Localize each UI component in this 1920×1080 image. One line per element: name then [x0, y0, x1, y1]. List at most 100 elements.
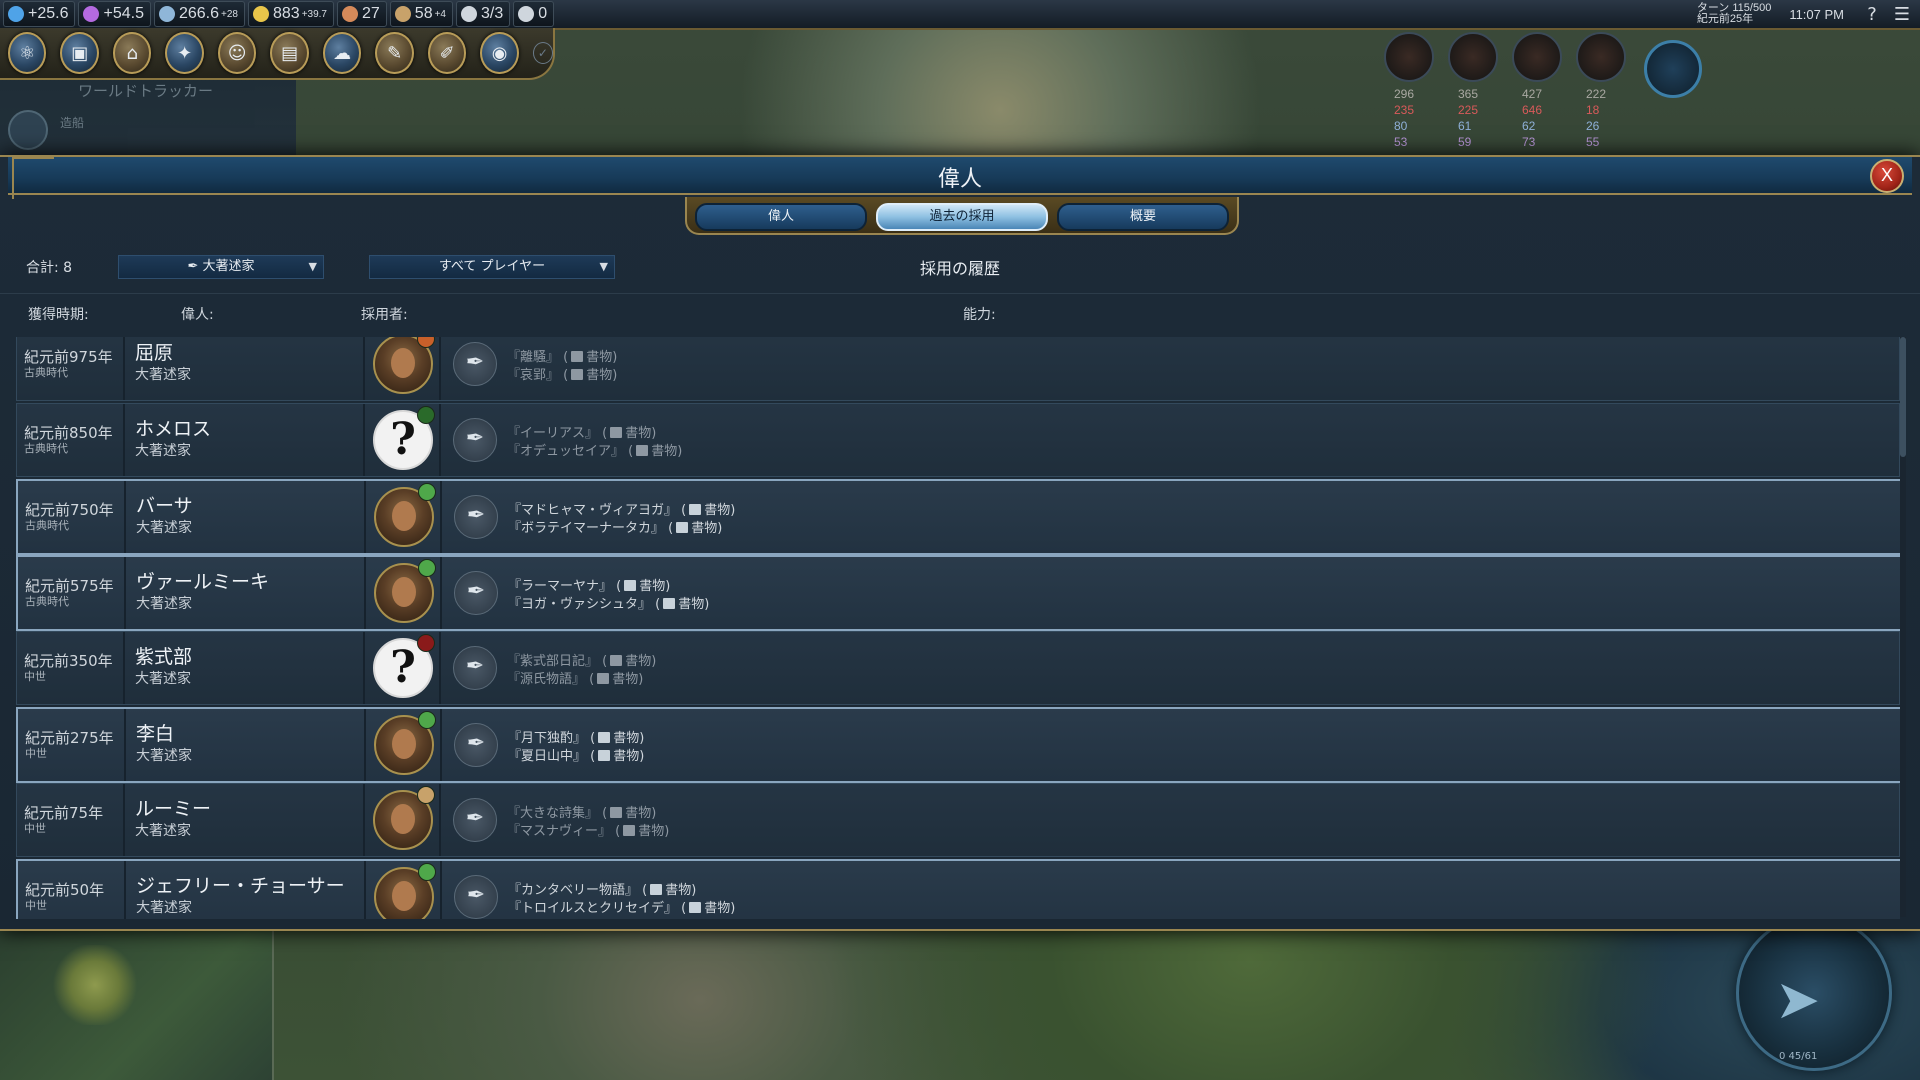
- tab-great-people[interactable]: 偉人: [695, 203, 867, 231]
- yield-change: +39.7: [301, 8, 327, 20]
- civ-badge-icon: [418, 863, 436, 881]
- leader-portrait[interactable]: [1384, 32, 1434, 82]
- great-person-row[interactable]: 紀元前350年 中世 紫式部 大著述家? ✒ 『紫式部日記』 (書物) 『源氏物語』 (書物…: [16, 631, 1900, 705]
- column-divider: [364, 709, 366, 781]
- civ-badge-icon: [418, 559, 436, 577]
- great-person-row[interactable]: 紀元前275年 中世 李白 大著述家 ✒ 『月下独酌』 (書物) 『夏日山中』 (書物): [16, 707, 1900, 783]
- yield-faith[interactable]: 266.6 +28: [153, 1, 245, 27]
- climate-icon[interactable]: ☁: [322, 32, 362, 74]
- dialog-title: 偉人: [937, 167, 982, 192]
- column-divider: [363, 784, 365, 856]
- science-tree-icon[interactable]: ⚛: [8, 32, 47, 74]
- great-work-kind: 書物: [625, 654, 652, 669]
- great-work-kind: 書物: [586, 368, 613, 383]
- dialog-header: 偉人 X: [8, 157, 1912, 199]
- leader-stats: 222 18 26 55: [1586, 86, 1644, 150]
- great-person-name: バーサ: [136, 495, 193, 517]
- great-work-entry: 『イーリアス』 (書物): [507, 426, 657, 441]
- great-work-entry: 『トロイルスとクリセイデ』 (書物): [508, 901, 736, 916]
- great-person-name: ジェフリー・チョーサー: [136, 875, 345, 897]
- end-turn-label: 0 45/61: [1779, 1051, 1818, 1062]
- great-people-list[interactable]: 紀元前975年 古典時代 屈原 大著述家 ✒ 『離騒』 (書物) 『哀郢』 (書物) 紀元前8…: [16, 337, 1900, 919]
- great-person-row[interactable]: 紀元前50年 中世 ジェフリー・チョーサー 大著述家 ✒ 『カンタベリー物語』 (書物) 『…: [16, 859, 1900, 919]
- yield-envoy[interactable]: 58 +4: [389, 1, 453, 27]
- column-divider: [364, 557, 366, 629]
- check-icon[interactable]: ✓: [532, 42, 553, 64]
- great-person-name: ルーミー: [135, 798, 212, 820]
- culture-icon: [83, 6, 100, 22]
- government-icon[interactable]: ⌂: [112, 32, 152, 74]
- column-divider: [123, 337, 125, 400]
- recruit-era: 中世: [25, 899, 47, 912]
- yield-gold[interactable]: 883 +39.7: [247, 1, 334, 27]
- leader-science: 26: [1586, 119, 1600, 133]
- scrollbar-thumb[interactable]: [1900, 337, 1906, 457]
- yield-favor[interactable]: 0: [513, 1, 555, 27]
- great-people-icon[interactable]: ☺: [217, 32, 257, 74]
- column-header-date: 獲得時期:: [28, 307, 89, 323]
- religion-icon[interactable]: ✦: [165, 32, 204, 74]
- yield-science[interactable]: +25.6: [3, 1, 76, 27]
- civics-tree-icon[interactable]: ▣: [60, 32, 99, 74]
- close-button[interactable]: X: [1870, 159, 1904, 193]
- great-person-name: 屈原: [135, 342, 174, 364]
- civ-badge-icon: [418, 711, 436, 729]
- column-divider: [123, 404, 125, 476]
- great-works-icon[interactable]: ▤: [270, 32, 309, 74]
- great-person-row[interactable]: 紀元前575年 古典時代 ヴァールミーキ 大著述家 ✒ 『ラーマーヤナ』 (書物) 『ヨガ・…: [16, 555, 1900, 631]
- great-work-entry: 『大きな詩集』 (書物): [507, 806, 657, 821]
- yield-culture[interactable]: +54.5: [78, 1, 151, 27]
- column-divider: [440, 861, 442, 919]
- scrollbar[interactable]: [1900, 337, 1906, 917]
- recruit-era: 古典時代: [24, 366, 68, 379]
- yield-trade-route[interactable]: 3/3: [456, 1, 511, 27]
- science-icon: [8, 6, 24, 22]
- column-divider: [123, 784, 125, 856]
- tech-icon[interactable]: ✐: [427, 32, 467, 74]
- column-divider: [440, 709, 442, 781]
- yield-value: +25.6: [28, 5, 69, 22]
- leader-score: 365: [1458, 87, 1479, 101]
- filter-row: 合計: 8 ✒ 大著述家 ▼ すべて プレイヤー ▼ 採用の履歴: [0, 245, 1920, 285]
- leader-portrait[interactable]: [1448, 32, 1498, 82]
- recruit-era: 古典時代: [25, 519, 69, 532]
- leader-portrait[interactable]: [1576, 32, 1626, 82]
- tab-bar: 偉人 過去の採用 概要: [685, 197, 1239, 235]
- great-person-row[interactable]: 紀元前750年 古典時代 バーサ 大著述家 ✒ 『マドヒャマ・ヴィアヨガ』 (書物) 『ボラ…: [16, 479, 1900, 555]
- leader-portrait[interactable]: [1512, 32, 1562, 82]
- yield-tourism[interactable]: 27: [337, 1, 387, 27]
- tab-overview[interactable]: 概要: [1057, 203, 1229, 231]
- great-person-type: 大著述家: [136, 596, 192, 612]
- help-button[interactable]: ?: [1860, 2, 1884, 26]
- column-divider: [440, 481, 442, 553]
- book-icon: [571, 351, 584, 362]
- leader-stats: 365 225 61 59: [1458, 86, 1516, 150]
- column-divider: [439, 404, 441, 476]
- trade-icon[interactable]: ✎: [375, 32, 414, 74]
- minimap[interactable]: [0, 925, 274, 1080]
- great-person-row[interactable]: 紀元前975年 古典時代 屈原 大著述家 ✒ 『離騒』 (書物) 『哀郢』 (書物): [16, 337, 1900, 401]
- world-rankings-icon[interactable]: ◉: [480, 32, 519, 74]
- recruit-era: 古典時代: [24, 442, 68, 455]
- great-work-title: 『ラーマーヤナ』: [508, 579, 613, 594]
- book-icon: [597, 673, 610, 684]
- recruit-era: 古典時代: [25, 595, 69, 608]
- great-work-kind: 書物: [613, 731, 640, 746]
- end-turn-button[interactable]: ➤ 0 45/61: [1736, 915, 1892, 1071]
- favor-icon: [518, 6, 535, 22]
- column-header-ability: 能力:: [963, 307, 996, 323]
- world-tracker-research: 造船: [60, 116, 85, 130]
- leader-score: 222: [1586, 87, 1607, 101]
- great-work-kind: 書物: [639, 579, 666, 594]
- leader-culture: 55: [1586, 135, 1600, 149]
- great-person-row[interactable]: 紀元前850年 古典時代 ホメロス 大著述家? ✒ 『イーリアス』 (書物) 『オデュッセイ…: [16, 403, 1900, 477]
- column-divider: [439, 337, 441, 400]
- clock: 11:07 PM: [1789, 6, 1844, 22]
- leader-portrait-selected[interactable]: [1644, 40, 1702, 98]
- tab-previously-recruited[interactable]: 過去の採用: [876, 203, 1048, 231]
- leader-score: 427: [1522, 87, 1543, 101]
- great-work-title: 『イーリアス』: [507, 426, 599, 441]
- column-divider: [124, 861, 126, 919]
- menu-button[interactable]: ☰: [1890, 2, 1914, 26]
- great-person-row[interactable]: 紀元前75年 中世 ルーミー 大著述家 ✒ 『大きな詩集』 (書物) 『マスナヴィー』 (書…: [16, 783, 1900, 857]
